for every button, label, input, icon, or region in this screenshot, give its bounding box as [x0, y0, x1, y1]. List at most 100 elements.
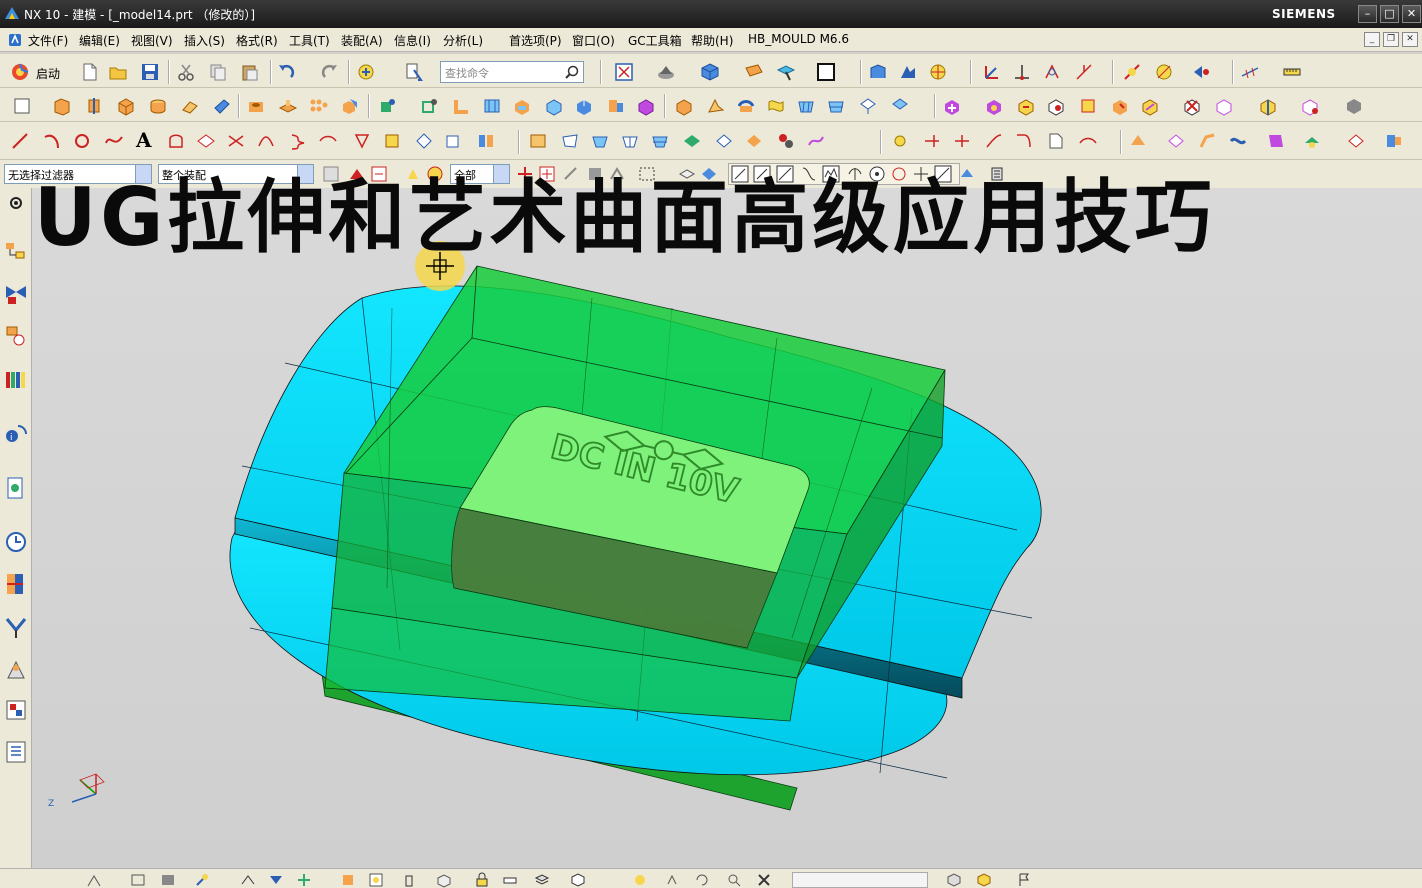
layer-settings-icon[interactable]: [776, 62, 796, 82]
measure-distance-icon[interactable]: [1122, 62, 1142, 82]
face-blend-icon[interactable]: [706, 96, 726, 116]
datum-plane-icon[interactable]: [378, 96, 398, 116]
copy-icon[interactable]: [208, 62, 228, 82]
text-icon[interactable]: A: [136, 128, 156, 152]
blend-icon[interactable]: [180, 96, 200, 116]
menu-edit[interactable]: 编辑(E): [79, 32, 120, 49]
shell-icon[interactable]: [452, 96, 472, 116]
block-icon[interactable]: [116, 96, 136, 116]
wcs-origin-icon[interactable]: [982, 62, 1002, 82]
rotate-view-icon[interactable]: [694, 872, 710, 888]
zoom-icon[interactable]: [726, 872, 742, 888]
shaded-icon[interactable]: [160, 872, 176, 888]
solid-view-icon[interactable]: [976, 872, 992, 888]
open-folder-icon[interactable]: [108, 62, 128, 82]
display-feature-icon[interactable]: [1302, 131, 1322, 151]
system-materials-icon[interactable]: [4, 572, 28, 596]
ruler-small-icon[interactable]: [502, 872, 518, 888]
curvature-analysis-icon[interactable]: [1198, 131, 1218, 151]
clear-selection-icon[interactable]: [756, 872, 772, 888]
sync-resize-icon[interactable]: [1078, 96, 1098, 116]
information-window-icon[interactable]: [404, 62, 424, 82]
roles-icon[interactable]: [4, 698, 28, 722]
view-triad-icon[interactable]: [86, 872, 102, 888]
box-view-icon[interactable]: [946, 872, 962, 888]
sync-mirror-face-icon[interactable]: [1258, 96, 1278, 116]
x-form-icon[interactable]: [1078, 131, 1098, 151]
mdi-minimize-button[interactable]: _: [1364, 32, 1380, 47]
reflection-analysis-icon[interactable]: [1166, 131, 1186, 151]
undo-icon[interactable]: [276, 62, 296, 82]
trim-curve-icon[interactable]: [922, 131, 942, 151]
assembly-navigator-icon[interactable]: [4, 240, 28, 264]
grid-icon[interactable]: [1240, 62, 1260, 82]
history-icon[interactable]: [4, 530, 28, 554]
wireframe-icon[interactable]: [130, 872, 146, 888]
section-curve-icon[interactable]: [382, 131, 402, 151]
move-icon[interactable]: [296, 872, 312, 888]
snap-grid-icon[interactable]: [632, 872, 648, 888]
pan-icon[interactable]: [664, 872, 680, 888]
wcs-rotate-icon[interactable]: [1042, 62, 1062, 82]
split-body-icon[interactable]: [544, 96, 564, 116]
part-navigator-icon[interactable]: [4, 324, 28, 348]
menu-information[interactable]: 信息(I): [394, 32, 431, 49]
scale-body-icon[interactable]: [636, 96, 656, 116]
settings-icon[interactable]: [7, 194, 25, 212]
sew-icon[interactable]: [858, 96, 878, 116]
nx-menu-icon[interactable]: [8, 33, 22, 47]
transition-icon[interactable]: [776, 131, 796, 151]
cylinder-icon[interactable]: [148, 96, 168, 116]
menu-assembly[interactable]: 装配(A): [341, 32, 383, 49]
assembly-clearance-icon[interactable]: [1384, 131, 1404, 151]
ruled-surface-icon[interactable]: [560, 131, 580, 151]
cut-icon[interactable]: [176, 62, 196, 82]
helix-icon[interactable]: [288, 131, 308, 151]
four-point-surface-icon[interactable]: [714, 131, 734, 151]
menu-format[interactable]: 格式(R): [236, 32, 278, 49]
through-curve-mesh-icon[interactable]: [590, 131, 610, 151]
new-file-icon[interactable]: [80, 62, 100, 82]
paste-icon[interactable]: [240, 62, 260, 82]
graphics-window[interactable]: DC IN 10V Z: [32, 188, 1422, 868]
menu-view[interactable]: 视图(V): [131, 32, 173, 49]
flag-icon[interactable]: [1016, 872, 1032, 888]
wrap-curve-icon[interactable]: [444, 131, 464, 151]
project-curve-icon[interactable]: [196, 131, 216, 151]
minimize-button[interactable]: –: [1358, 5, 1377, 23]
orient-view-icon[interactable]: [700, 62, 720, 82]
edit-object-display-icon[interactable]: [194, 872, 210, 888]
mdi-restore-button[interactable]: ❐: [1383, 32, 1399, 47]
menu-tools[interactable]: 工具(T): [289, 32, 330, 49]
intersection-curve-icon[interactable]: [226, 131, 246, 151]
spline-icon[interactable]: [104, 131, 124, 151]
start-label[interactable]: 启动: [36, 65, 60, 82]
revolve-icon[interactable]: [84, 96, 104, 116]
sync-replace-icon[interactable]: [1046, 96, 1066, 116]
isoparametric-curve-icon[interactable]: [414, 131, 434, 151]
hole-icon[interactable]: [246, 96, 266, 116]
process-studio-icon[interactable]: [4, 616, 28, 640]
arc-icon[interactable]: [42, 131, 62, 151]
hd3d-tools-icon[interactable]: i: [4, 422, 28, 446]
start-icon[interactable]: [10, 62, 30, 82]
snap-point-icon[interactable]: [928, 62, 948, 82]
ruler-icon[interactable]: [1282, 62, 1302, 82]
wcs-display-icon[interactable]: [816, 62, 836, 82]
draft-icon[interactable]: [482, 96, 502, 116]
edit-curve-icon[interactable]: [1046, 131, 1066, 151]
swept-surface-icon[interactable]: [650, 131, 670, 151]
command-search-input[interactable]: 查找命令: [440, 61, 584, 83]
menu-analysis[interactable]: 分析(L): [443, 32, 483, 49]
patch-icon[interactable]: [890, 96, 910, 116]
transform-icon[interactable]: [898, 62, 918, 82]
bridge-curve-icon[interactable]: [256, 131, 276, 151]
slope-analysis-icon[interactable]: [1228, 131, 1248, 151]
web-browser-icon[interactable]: [4, 476, 28, 500]
circle-icon[interactable]: [72, 131, 92, 151]
n-sided-surface-icon[interactable]: [620, 131, 640, 151]
sync-paste-face-icon[interactable]: [1214, 96, 1234, 116]
sync-pattern-face-icon[interactable]: [1300, 96, 1320, 116]
wcs-orient-icon[interactable]: [1074, 62, 1094, 82]
hide-icon[interactable]: [240, 872, 256, 888]
